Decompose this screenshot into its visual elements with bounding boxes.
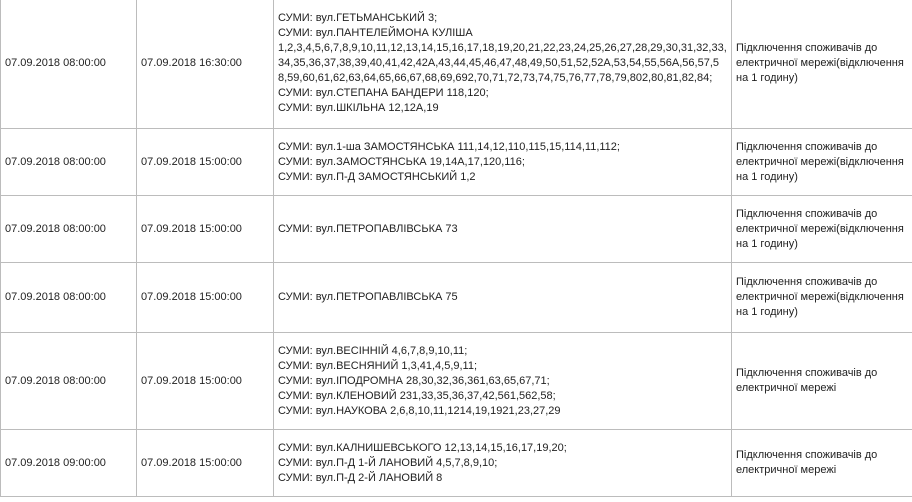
description-cell: Підключення споживачів до електричної ме… (731, 195, 912, 263)
address-line: СУМИ: вул.П-Д ЗАМОСТЯНСЬКИЙ 1,2 (278, 170, 476, 183)
address-line: СУМИ: вул.1-ша ЗАМОСТЯНСЬКА 111,14,12,11… (278, 140, 620, 153)
table-row: 07.09.2018 09:00:00 07.09.2018 15:00:00 … (0, 429, 912, 497)
description-cell: Підключення споживачів до електричної ме… (731, 0, 912, 129)
address-cell: СУМИ: вул.ГЕТЬМАНСЬКИЙ 3; СУМИ: вул.ПАНТ… (273, 0, 732, 129)
end-time-cell: 07.09.2018 16:30:00 (136, 0, 274, 129)
table-row: 07.09.2018 08:00:00 07.09.2018 15:00:00 … (0, 195, 912, 263)
end-time-cell: 07.09.2018 15:00:00 (136, 128, 274, 196)
start-time-cell: 07.09.2018 08:00:00 (0, 128, 137, 196)
table-row: 07.09.2018 08:00:00 07.09.2018 15:00:00 … (0, 262, 912, 333)
address-line: СУМИ: вул.ПЕТРОПАВЛІВСЬКА 73 (278, 222, 458, 235)
end-time-cell: 07.09.2018 15:00:00 (136, 332, 274, 430)
address-line: СУМИ: вул.ІПОДРОМНА 28,30,32,36,361,63,6… (278, 374, 550, 387)
table-row: 07.09.2018 08:00:00 07.09.2018 15:00:00 … (0, 332, 912, 430)
address-cell: СУМИ: вул.ВЕСІННІЙ 4,6,7,8,9,10,11; СУМИ… (273, 332, 732, 430)
end-time-cell: 07.09.2018 15:00:00 (136, 195, 274, 263)
address-line: СУМИ: вул.П-Д 1-Й ЛАНОВИЙ 4,5,7,8,9,10; (278, 456, 498, 469)
address-cell: СУМИ: вул.КАЛНИШЕВСЬКОГО 12,13,14,15,16,… (273, 429, 732, 497)
address-line: СУМИ: вул.ШКІЛЬНА 12,12А,19 (278, 102, 439, 114)
table-row: 07.09.2018 08:00:00 07.09.2018 16:30:00 … (0, 0, 912, 129)
start-time-cell: 07.09.2018 08:00:00 (0, 262, 137, 333)
address-line: СУМИ: вул.ВЕСНЯНИЙ 1,3,41,4,5,9,11; (278, 359, 478, 372)
description-cell: Підключення споживачів до електричної ме… (731, 332, 912, 430)
start-time-cell: 07.09.2018 08:00:00 (0, 0, 137, 129)
end-time-cell: 07.09.2018 15:00:00 (136, 262, 274, 333)
description-cell: Підключення споживачів до електричної ме… (731, 128, 912, 196)
address-line: СУМИ: вул.КАЛНИШЕВСЬКОГО 12,13,14,15,16,… (278, 441, 567, 454)
address-line: СУМИ: вул.ПЕТРОПАВЛІВСЬКА 75 (278, 291, 458, 303)
table-row: 07.09.2018 08:00:00 07.09.2018 15:00:00 … (0, 128, 912, 196)
address-line: СУМИ: вул.ЗАМОСТЯНСЬКА 19,14А,17,120,116… (278, 155, 525, 168)
description-cell: Підключення споживачів до електричної ме… (731, 262, 912, 333)
address-line: СУМИ: вул.П-Д 2-Й ЛАНОВИЙ 8 (278, 471, 443, 484)
address-line: СУМИ: вул.КЛЕНОВИЙ 231,33,35,36,37,42,56… (278, 389, 556, 402)
address-cell: СУМИ: вул.1-ша ЗАМОСТЯНСЬКА 111,14,12,11… (273, 128, 732, 196)
address-cell: СУМИ: вул.ПЕТРОПАВЛІВСЬКА 73 (273, 195, 732, 263)
start-time-cell: 07.09.2018 08:00:00 (0, 195, 137, 263)
start-time-cell: 07.09.2018 08:00:00 (0, 332, 137, 430)
address-line: СУМИ: вул.ГЕТЬМАНСЬКИЙ 3; (278, 12, 438, 24)
end-time-cell: 07.09.2018 15:00:00 (136, 429, 274, 497)
address-line: СУМИ: вул.ВЕСІННІЙ 4,6,7,8,9,10,11; (278, 344, 468, 357)
description-cell: Підключення споживачів до електричної ме… (731, 429, 912, 497)
address-line: СУМИ: вул.ПАНТЕЛЕЙМОНА КУЛІША (278, 27, 473, 39)
address-cell: СУМИ: вул.ПЕТРОПАВЛІВСЬКА 75 (273, 262, 732, 333)
address-line: СУМИ: вул.НАУКОВА 2,6,8,10,11,1214,19,19… (278, 404, 561, 417)
address-line: СУМИ: вул.СТЕПАНА БАНДЕРИ 118,120; (278, 87, 489, 99)
address-line: 1,2,3,4,5,6,7,8,9,10,11,12,13,14,15,16,1… (278, 42, 727, 84)
start-time-cell: 07.09.2018 09:00:00 (0, 429, 137, 497)
outage-schedule-table: 07.09.2018 08:00:00 07.09.2018 16:30:00 … (0, 0, 912, 497)
